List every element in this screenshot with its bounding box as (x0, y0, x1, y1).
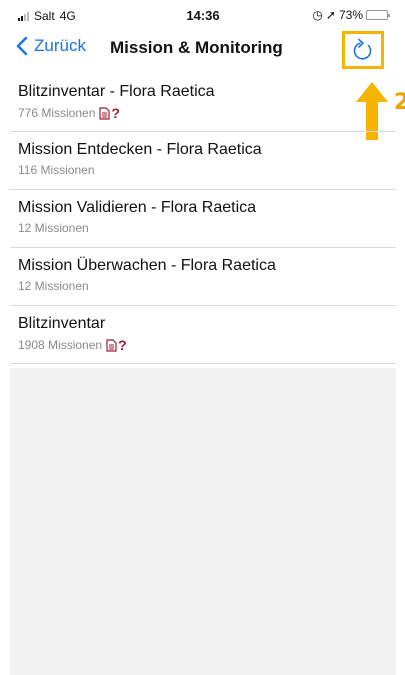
mission-list-item[interactable]: Blitzinventar 1908 Missionen? (10, 306, 396, 364)
refresh-button[interactable] (342, 31, 384, 69)
mission-subtitle-row: 116 Missionen (18, 163, 396, 177)
mission-list-item[interactable]: Mission Validieren - Flora Raetica 12 Mis… (10, 190, 396, 248)
location-icon: ➚ (325, 8, 336, 22)
question-mark: ? (111, 105, 120, 121)
battery-percent: 73% (338, 8, 363, 22)
document-question-icon: ? (99, 105, 120, 121)
mission-subtitle-row: 12 Missionen (18, 221, 396, 235)
document-question-icon: ? (106, 337, 127, 353)
mission-count: 1908 Missionen (18, 338, 103, 352)
chevron-left-icon (16, 36, 28, 56)
mission-title: Blitzinventar - Flora Raetica (18, 83, 215, 100)
page-title: Mission & Monitoring (110, 38, 283, 57)
alarm-icon: ◷ (312, 8, 323, 22)
question-mark: ? (118, 337, 127, 353)
status-right: ◷ ➚ 73% (312, 8, 390, 22)
mission-subtitle-row: 776 Missionen? (18, 105, 396, 121)
mission-title: Mission Validieren - Flora Raetica (18, 199, 257, 216)
back-label: Zurück (34, 36, 86, 55)
battery-icon (366, 10, 390, 20)
mission-title: Mission Entdecken - Flora Raetica (18, 141, 262, 158)
phone-screen: Salt 4G 14:36 ◷ ➚ 73% Zurück Mission & M… (10, 0, 405, 675)
mission-count: 116 Missionen (18, 163, 95, 177)
mission-title: Blitzinventar (18, 315, 106, 332)
mission-list-item[interactable]: Blitzinventar - Flora Raetica 776 Mission… (10, 74, 396, 132)
navigation-bar: Zurück Mission & Monitoring (10, 30, 396, 70)
mission-count: 12 Missionen (18, 279, 89, 293)
mission-list: Blitzinventar - Flora Raetica 776 Mission… (10, 74, 396, 364)
mission-count: 12 Missionen (18, 221, 89, 235)
mission-list-item[interactable]: Mission Entdecken - Flora Raetica 116 Mis… (10, 132, 396, 190)
mission-subtitle-row: 1908 Missionen? (18, 337, 396, 353)
status-bar: Salt 4G 14:36 ◷ ➚ 73% (10, 0, 396, 30)
refresh-icon (353, 38, 372, 60)
mission-list-item[interactable]: Mission Überwachen - Flora Raetica 12 Mis… (10, 248, 396, 306)
mission-count: 776 Missionen (18, 106, 96, 120)
mission-subtitle-row: 12 Missionen (18, 279, 396, 293)
back-button[interactable]: Zurück (16, 36, 86, 56)
mission-title: Mission Überwachen - Flora Raetica (18, 257, 276, 274)
empty-list-area (10, 368, 396, 675)
